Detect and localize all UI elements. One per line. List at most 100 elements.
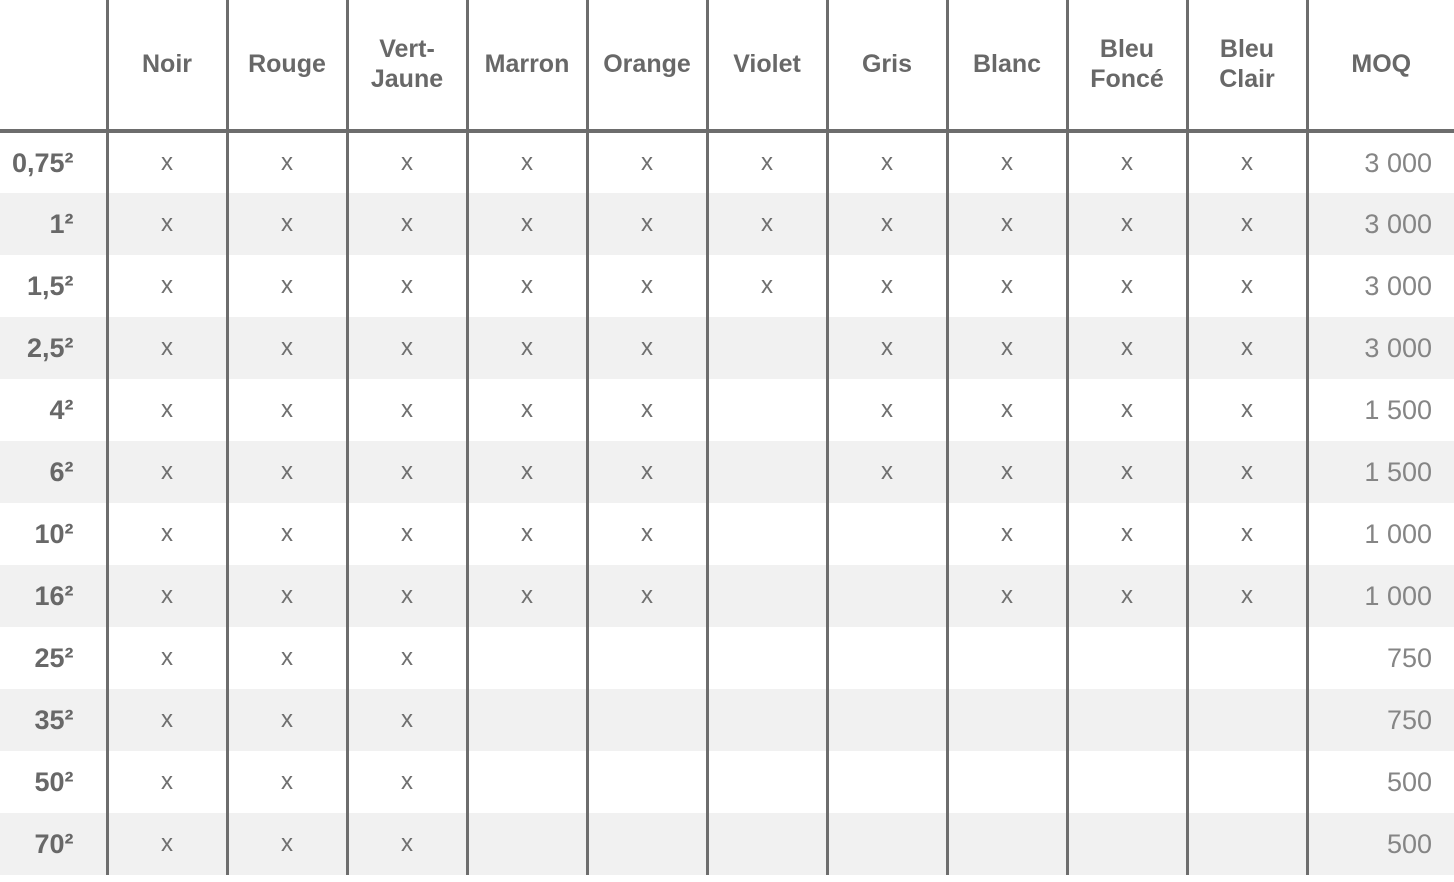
cell-marron: x [467, 441, 589, 503]
cell-blanc: x [947, 565, 1069, 627]
cell-vert_jaune: x [347, 255, 469, 317]
cell-bleu_fonce: x [1067, 565, 1189, 627]
cell-violet [707, 441, 829, 503]
table-row: 50² x x x 500 [0, 751, 1454, 813]
cell-bleu_clair: x [1187, 317, 1309, 379]
cell-rouge: x [227, 255, 349, 317]
cell-vert_jaune: x [347, 131, 469, 193]
cell-vert_jaune: x [347, 317, 469, 379]
cell-orange: x [587, 503, 709, 565]
cell-orange [587, 689, 709, 751]
cell-bleu_clair: x [1187, 565, 1309, 627]
cell-noir: x [107, 441, 229, 503]
row-label-cross-section: 70² [0, 813, 109, 875]
table-row: 16² x x x x x x x x 1 000 [0, 565, 1454, 627]
cell-bleu_fonce: x [1067, 379, 1189, 441]
cell-gris [827, 813, 949, 875]
row-label-cross-section: 50² [0, 751, 109, 813]
cell-orange: x [587, 317, 709, 379]
cell-blanc: x [947, 317, 1069, 379]
cell-noir: x [107, 503, 229, 565]
column-header-bleu_fonce: Bleu Foncé [1067, 0, 1189, 133]
cell-bleu_clair [1187, 689, 1309, 751]
cell-bleu_fonce: x [1067, 255, 1189, 317]
cell-bleu_fonce: x [1067, 317, 1189, 379]
cell-blanc [947, 751, 1069, 813]
table-row: 1² x x x x x x x x x x 3 000 [0, 193, 1454, 255]
table-row: 4² x x x x x x x x x 1 500 [0, 379, 1454, 441]
header-row: Noir Rouge Vert- Jaune Marron Orange Violet Gri… [0, 0, 1454, 133]
cell-rouge: x [227, 751, 349, 813]
cell-orange: x [587, 255, 709, 317]
cell-noir: x [107, 565, 229, 627]
cell-blanc: x [947, 255, 1069, 317]
cell-violet: x [707, 193, 829, 255]
cell-bleu_clair: x [1187, 255, 1309, 317]
cell-moq: 750 [1386, 642, 1432, 673]
cell-vert_jaune: x [347, 689, 469, 751]
cell-moq: 3 000 [1364, 147, 1432, 178]
cell-violet [707, 565, 829, 627]
row-label-cross-section: 6² [0, 441, 109, 503]
cell-gris [827, 627, 949, 689]
cell-rouge: x [227, 317, 349, 379]
cell-rouge: x [227, 565, 349, 627]
cell-blanc [947, 813, 1069, 875]
row-label-cross-section: 2,5² [0, 317, 109, 379]
cell-marron [467, 627, 589, 689]
cell-marron [467, 813, 589, 875]
cell-vert_jaune: x [347, 751, 469, 813]
cell-noir: x [107, 193, 229, 255]
cell-orange: x [587, 565, 709, 627]
row-label-cross-section: 16² [0, 565, 109, 627]
cell-vert_jaune: x [347, 627, 469, 689]
cell-vert_jaune: x [347, 503, 469, 565]
column-header-blanc: Blanc [947, 0, 1069, 133]
cell-violet [707, 751, 829, 813]
cell-rouge: x [227, 503, 349, 565]
row-label-cross-section: 35² [0, 689, 109, 751]
cell-bleu_clair [1187, 751, 1309, 813]
table-row: 10² x x x x x x x x 1 000 [0, 503, 1454, 565]
table-header: Noir Rouge Vert- Jaune Marron Orange Violet Gri… [0, 0, 1454, 133]
cell-orange: x [587, 441, 709, 503]
table-row: 6² x x x x x x x x x 1 500 [0, 441, 1454, 503]
row-label-cross-section: 25² [0, 627, 109, 689]
cell-gris: x [827, 379, 949, 441]
cell-gris [827, 503, 949, 565]
cell-orange [587, 627, 709, 689]
cell-bleu_fonce [1067, 813, 1189, 875]
cell-noir: x [107, 379, 229, 441]
cell-bleu_fonce: x [1067, 503, 1189, 565]
cell-rouge: x [227, 131, 349, 193]
cell-bleu_clair: x [1187, 379, 1309, 441]
cell-marron: x [467, 193, 589, 255]
cell-gris [827, 751, 949, 813]
cell-rouge: x [227, 689, 349, 751]
cell-violet: x [707, 255, 829, 317]
row-label-cross-section: 10² [0, 503, 109, 565]
cell-marron [467, 689, 589, 751]
cell-moq: 1 500 [1364, 394, 1432, 425]
cell-noir: x [107, 689, 229, 751]
cell-orange: x [587, 131, 709, 193]
cell-violet [707, 813, 829, 875]
table-corner-cell [0, 0, 109, 133]
column-header-marron: Marron [467, 0, 589, 133]
cell-noir: x [107, 255, 229, 317]
cell-bleu_clair [1187, 813, 1309, 875]
color-availability-table: Noir Rouge Vert- Jaune Marron Orange Violet Gri… [0, 0, 1454, 875]
cell-vert_jaune: x [347, 193, 469, 255]
cell-bleu_fonce: x [1067, 131, 1189, 193]
cell-moq: 500 [1386, 766, 1432, 797]
cell-gris: x [827, 193, 949, 255]
cell-bleu_fonce [1067, 751, 1189, 813]
cell-gris: x [827, 131, 949, 193]
table-row: 2,5² x x x x x x x x x 3 000 [0, 317, 1454, 379]
column-header-orange: Orange [587, 0, 709, 133]
table-row: 1,5² x x x x x x x x x x 3 000 [0, 255, 1454, 317]
cell-vert_jaune: x [347, 813, 469, 875]
cell-moq: 3 000 [1307, 317, 1454, 379]
column-header-gris: Gris [827, 0, 949, 133]
cell-gris: x [827, 317, 949, 379]
